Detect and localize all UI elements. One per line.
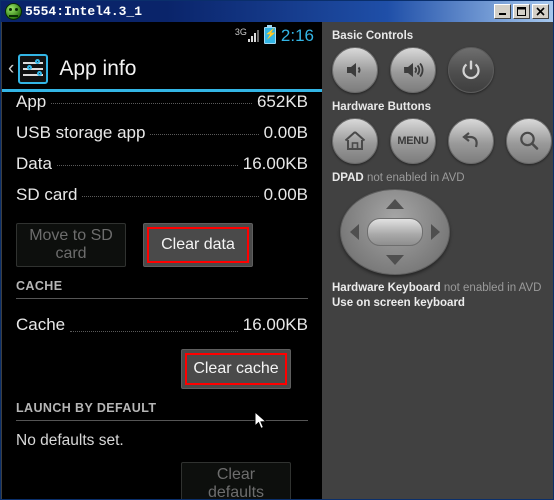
window-title: 5554:Intel4.3_1 — [25, 4, 143, 19]
basic-controls-row — [330, 47, 545, 93]
dpad-up-icon[interactable] — [386, 199, 404, 209]
cache-row-label: Cache — [16, 315, 66, 334]
storage-row-usb-storage-app: USB storage app 0.00B — [16, 123, 308, 154]
dpad-center-button[interactable] — [367, 218, 423, 246]
basic-controls-label: Basic Controls — [332, 30, 414, 42]
cache-row-value: 16.00KB — [242, 315, 308, 334]
emulator-window: 5554:Intel4.3_1 3G 2:16 ‹ — [0, 0, 554, 500]
window-titlebar[interactable]: 5554:Intel4.3_1 — [1, 1, 553, 22]
cache-section-header: CACHE — [16, 279, 63, 293]
dpad-left-icon[interactable] — [350, 224, 359, 240]
onscreen-keyboard-hint: Use on screen keyboard — [332, 297, 465, 309]
menu-button-label: MENU — [397, 135, 429, 147]
clear-defaults-button: Clear defaults — [181, 462, 291, 499]
dpad-label: DPAD not enabled in AVD — [332, 172, 545, 184]
launch-action-buttons: Clear defaults — [16, 450, 308, 499]
storage-row-label: App — [16, 92, 47, 111]
emulator-control-panel: Basic Controls Hardware Buttons MENU DPA… — [322, 22, 553, 499]
dotted-leader — [82, 196, 259, 197]
storage-row-label: SD card — [16, 185, 78, 204]
menu-button[interactable]: MENU — [390, 118, 436, 164]
keyboard-label-strong: Hardware Keyboard — [332, 282, 441, 294]
hardware-buttons-row: MENU — [330, 118, 552, 164]
storage-row-sd-card: SD card 0.00B — [16, 185, 308, 216]
clear-data-button[interactable]: Clear data — [143, 223, 253, 267]
cache-action-buttons: Clear cache — [16, 341, 308, 389]
volume-down-button[interactable] — [332, 47, 378, 93]
storage-action-buttons: Move to SD card Clear data — [16, 216, 308, 267]
app-info-header: ‹ App info — [2, 48, 322, 92]
launch-section-header: LAUNCH BY DEFAULT — [16, 401, 157, 415]
storage-row-value: 0.00B — [263, 185, 308, 204]
home-button[interactable] — [332, 118, 378, 164]
android-status-bar: 3G 2:16 — [2, 22, 322, 48]
signal-bars-icon: 3G — [235, 28, 259, 42]
back-button[interactable] — [448, 118, 494, 164]
battery-charging-icon — [263, 24, 276, 44]
storage-row-app: App 652KB — [16, 92, 308, 123]
storage-row-value: 652KB — [256, 92, 308, 111]
storage-row-label: USB storage app — [16, 123, 146, 142]
hardware-keyboard-label: Hardware Keyboard not enabled in AVD — [332, 281, 545, 296]
network-type-label: 3G — [234, 27, 247, 37]
dotted-leader — [70, 331, 238, 332]
back-chevron-icon[interactable]: ‹ — [8, 59, 14, 78]
dotted-leader — [150, 134, 259, 135]
dpad-down-icon[interactable] — [386, 255, 404, 265]
window-controls — [494, 4, 551, 19]
dotted-leader — [56, 165, 238, 166]
clear-cache-button[interactable]: Clear cache — [181, 349, 291, 389]
dotted-leader — [51, 103, 252, 104]
no-defaults-text: No defaults set. — [16, 432, 124, 449]
search-button[interactable] — [506, 118, 552, 164]
storage-row-value: 16.00KB — [242, 154, 308, 173]
close-button[interactable] — [532, 4, 549, 19]
storage-row-data: Data 16.00KB — [16, 154, 308, 185]
dpad-right-icon[interactable] — [431, 224, 440, 240]
storage-row-value: 0.00B — [263, 123, 308, 142]
page-title: App info — [59, 56, 137, 80]
minimize-button[interactable] — [494, 4, 511, 19]
android-head-icon — [5, 3, 22, 20]
dpad-label-strong: DPAD — [332, 172, 364, 184]
cache-row: Cache 16.00KB — [16, 299, 308, 341]
dpad-label-dim: not enabled in AVD — [366, 172, 465, 184]
app-info-content: App 652KB USB storage app 0.00B Data 16.… — [2, 92, 322, 499]
volume-up-button[interactable] — [390, 47, 436, 93]
keyboard-label-dim: not enabled in AVD — [443, 282, 542, 294]
dpad-wrap — [330, 189, 545, 275]
device-screen: 3G 2:16 ‹ App info App 652KB USB storage… — [2, 22, 322, 499]
maximize-button[interactable] — [513, 4, 530, 19]
move-to-sd-card-button: Move to SD card — [16, 223, 126, 267]
power-button[interactable] — [448, 47, 494, 93]
dpad-control[interactable] — [340, 189, 450, 275]
settings-sliders-icon — [18, 53, 49, 84]
hardware-buttons-label: Hardware Buttons — [332, 101, 432, 113]
storage-row-label: Data — [16, 154, 52, 173]
status-clock: 2:16 — [280, 25, 314, 45]
